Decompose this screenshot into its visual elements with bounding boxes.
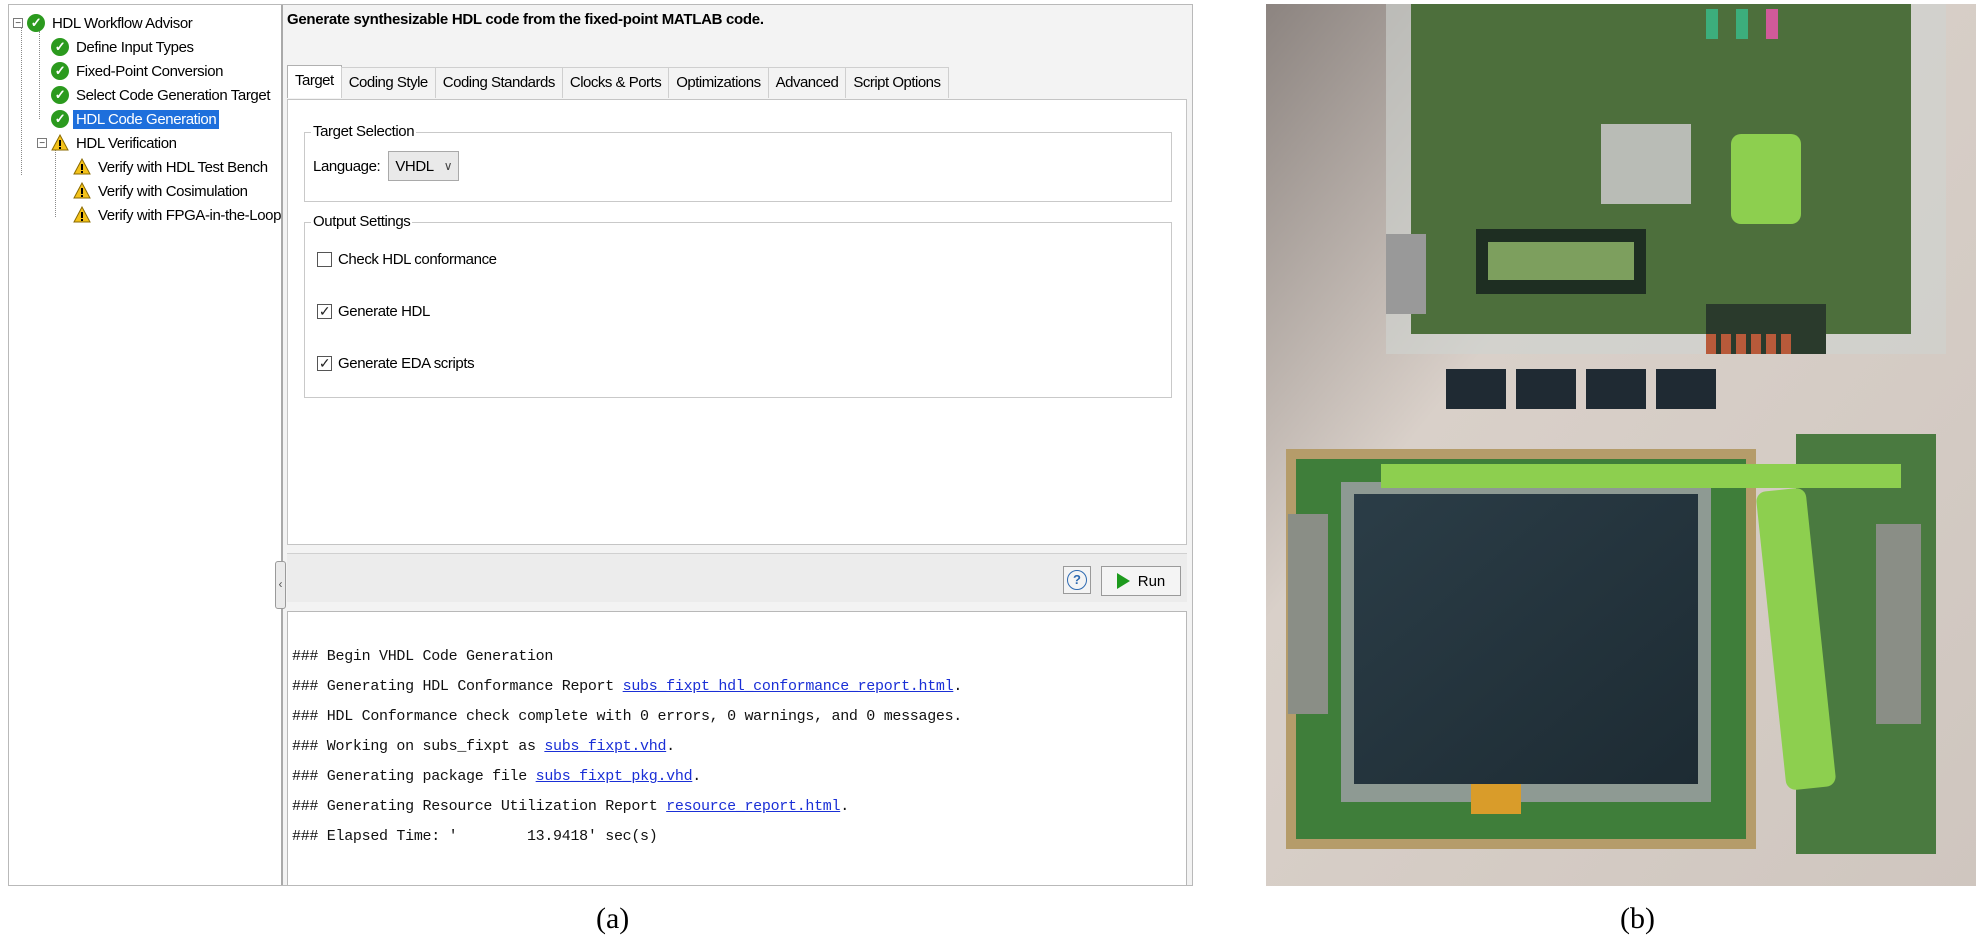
tab-optimizations[interactable]: Optimizations	[668, 67, 769, 98]
option-label: Generate EDA scripts	[338, 355, 475, 372]
log-link[interactable]: subs_fixpt.vhd	[544, 738, 666, 755]
tree-item-select-code-generation-target[interactable]: ✓ Select Code Generation Target	[51, 82, 273, 108]
tree-item-hdl-code-generation[interactable]: ✓ HDL Code Generation	[51, 106, 220, 132]
collapse-icon[interactable]: −	[37, 138, 47, 149]
option-generate-hdl[interactable]: ✓ Generate HDL	[317, 303, 430, 320]
tree-item-verify-fpga-in-the-loop[interactable]: Verify with FPGA-in-the-Loop	[73, 202, 284, 228]
warning-icon	[73, 181, 91, 200]
target-tab-panel: Target Selection Language: VHDL ∨ Output…	[287, 99, 1187, 545]
tree-item-label: Verify with FPGA-in-the-Loop	[98, 206, 282, 224]
log-line: ### Generating Resource Utilization Repo…	[292, 798, 849, 815]
task-pane: Generate synthesizable HDL code from the…	[275, 5, 1192, 885]
task-headline: Generate synthesizable HDL code from the…	[287, 11, 764, 28]
play-icon	[1116, 573, 1130, 589]
tree-item-label: Verify with Cosimulation	[98, 182, 248, 200]
log-suffix: .	[953, 678, 963, 695]
tree-item-verify-cosimulation[interactable]: Verify with Cosimulation	[73, 178, 251, 204]
caption-b: (b)	[1620, 902, 1655, 935]
log-text: ### Begin VHDL Code Generation	[292, 648, 554, 665]
tree-item-verify-test-bench[interactable]: Verify with HDL Test Bench	[73, 154, 271, 180]
tree-connector	[21, 27, 22, 175]
log-text: ### HDL Conformance check complete with …	[292, 708, 963, 725]
run-label: Run	[1137, 572, 1166, 590]
tree-connector	[39, 31, 40, 119]
collapse-icon[interactable]: −	[13, 18, 23, 29]
collapse-handle[interactable]: ‹	[275, 561, 286, 609]
tree-item-fixed-point-conversion[interactable]: ✓ Fixed-Point Conversion	[51, 58, 226, 84]
warning-icon	[51, 133, 69, 152]
hdl-workflow-advisor-window: − ✓ HDL Workflow Advisor ✓ Define Input …	[8, 4, 1193, 886]
caption-a: (a)	[596, 902, 630, 935]
checkbox-unchecked[interactable]	[317, 252, 332, 267]
log-link[interactable]: subs_fixpt_hdl_conformance_report.html	[623, 678, 954, 695]
log-line: ### Generating HDL Conformance Report su…	[292, 678, 962, 695]
language-row: Language: VHDL ∨	[313, 151, 460, 181]
log-text: ### Generating Resource Utilization Repo…	[292, 798, 667, 815]
tree-root[interactable]: − ✓ HDL Workflow Advisor	[13, 10, 195, 36]
tree-item-label: Select Code Generation Target	[76, 86, 271, 104]
log-text: ### Generating HDL Conformance Report	[292, 678, 623, 695]
option-generate-eda-scripts[interactable]: ✓ Generate EDA scripts	[317, 355, 475, 372]
log-line: ### Elapsed Time: ' 13.9418' sec(s)	[292, 828, 658, 845]
log-suffix: .	[840, 798, 849, 815]
option-label: Check HDL conformance	[338, 251, 497, 268]
log-suffix: .	[666, 738, 675, 755]
tree-item-label: HDL Code Generation	[73, 109, 220, 129]
tree-item-label: HDL Verification	[76, 134, 177, 152]
check-icon: ✓	[51, 62, 69, 80]
group-title: Output Settings	[311, 213, 413, 230]
help-icon: ?	[1067, 570, 1087, 590]
log-line: ### Working on subs_fixpt as subs_fixpt.…	[292, 738, 675, 755]
output-settings-group: Output Settings Check HDL conformance ✓ …	[304, 213, 1172, 398]
tree-item-label: Define Input Types	[76, 38, 194, 56]
log-link[interactable]: resource_report.html	[666, 798, 840, 815]
warning-icon	[73, 205, 91, 224]
tab-script-options[interactable]: Script Options	[845, 67, 949, 98]
log-link[interactable]: subs_fixpt_pkg.vhd	[536, 768, 693, 785]
target-selection-group: Target Selection Language: VHDL ∨	[304, 123, 1172, 202]
workflow-tree: − ✓ HDL Workflow Advisor ✓ Define Input …	[9, 5, 283, 885]
log-suffix: .	[692, 768, 701, 785]
fpga-board-photo	[1266, 4, 1976, 886]
log-text: ### Working on subs_fixpt as	[292, 738, 545, 755]
option-check-hdl-conformance[interactable]: Check HDL conformance	[317, 251, 497, 268]
run-button[interactable]: Run	[1101, 566, 1181, 596]
tab-coding-style[interactable]: Coding Style	[340, 67, 436, 98]
log-line: ### Generating package file subs_fixpt_p…	[292, 768, 701, 785]
tree-item-label: Verify with HDL Test Bench	[98, 158, 268, 176]
log-line: ### Begin VHDL Code Generation	[292, 648, 553, 665]
warning-icon	[73, 157, 91, 176]
tree-root-label: HDL Workflow Advisor	[52, 14, 193, 32]
check-icon: ✓	[51, 110, 69, 128]
language-value: VHDL	[395, 157, 434, 175]
language-select[interactable]: VHDL ∨	[388, 151, 460, 181]
highlight-rect	[1731, 134, 1801, 224]
help-button[interactable]: ?	[1063, 566, 1091, 594]
log-text: ### Elapsed Time: ' 13.9418' sec(s)	[292, 828, 658, 845]
check-icon: ✓	[51, 38, 69, 56]
settings-tabs: Target Coding Style Coding Standards Clo…	[287, 65, 949, 99]
group-title: Target Selection	[311, 123, 417, 140]
chevron-down-icon: ∨	[443, 159, 453, 173]
log-line: ### HDL Conformance check complete with …	[292, 708, 962, 725]
board-photo-image	[1266, 4, 1976, 886]
action-toolbar: ? Run	[287, 553, 1187, 602]
tab-clocks-ports[interactable]: Clocks & Ports	[561, 67, 670, 98]
checkbox-checked[interactable]: ✓	[317, 304, 332, 319]
tree-item-hdl-verification[interactable]: − HDL Verification	[37, 130, 180, 156]
tab-advanced[interactable]: Advanced	[767, 67, 847, 98]
tree-connector	[55, 147, 56, 217]
highlight-bar	[1381, 464, 1901, 488]
output-log: ### Begin VHDL Code Generation ### Genera…	[287, 611, 1187, 885]
check-icon: ✓	[27, 14, 45, 32]
tree-item-label: Fixed-Point Conversion	[76, 62, 224, 80]
tab-target[interactable]: Target	[287, 65, 342, 98]
option-label: Generate HDL	[338, 303, 430, 320]
language-label: Language:	[313, 157, 381, 175]
log-text: ### Generating package file	[292, 768, 536, 785]
tab-coding-standards[interactable]: Coding Standards	[434, 67, 563, 98]
checkbox-checked[interactable]: ✓	[317, 356, 332, 371]
check-icon: ✓	[51, 86, 69, 104]
tree-item-define-input-types[interactable]: ✓ Define Input Types	[51, 34, 197, 60]
